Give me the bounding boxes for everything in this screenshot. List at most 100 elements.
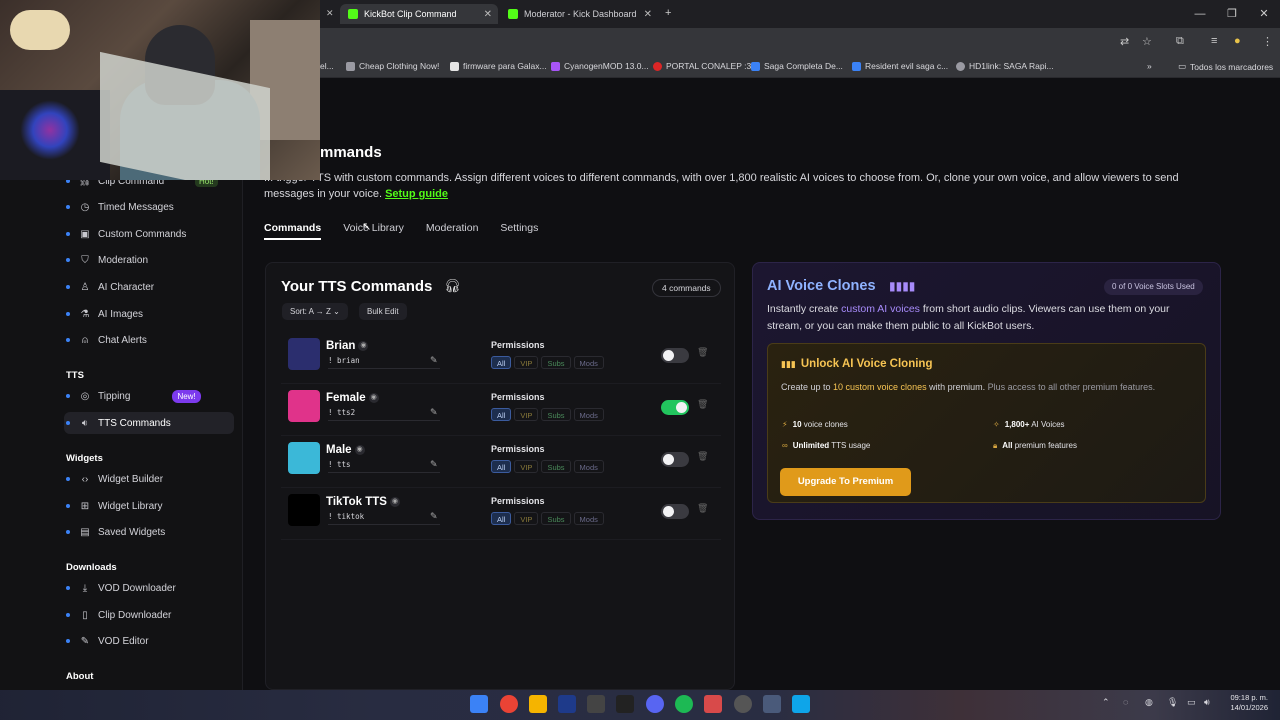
bookmark-item[interactable]: Saga Completa De...	[751, 61, 843, 71]
extensions-icon[interactable]: ⧉	[1176, 35, 1184, 48]
app-icon[interactable]	[792, 695, 810, 713]
tab-settings[interactable]: Settings	[500, 222, 538, 240]
menu-icon[interactable]: ⋮	[1262, 35, 1273, 48]
obs-icon[interactable]	[734, 695, 752, 713]
epic-games-icon[interactable]	[587, 695, 605, 713]
sidebar-item-vod-downloader[interactable]: ⤓ VOD Downloader	[66, 577, 176, 599]
permission-vip-chip[interactable]: VIP	[514, 408, 539, 421]
app-icon[interactable]	[558, 695, 576, 713]
upgrade-premium-button[interactable]: Upgrade To Premium	[780, 468, 911, 496]
bookmark-item[interactable]: CyanogenMOD 13.0...	[551, 61, 649, 71]
permission-mods-chip[interactable]: Mods	[573, 408, 604, 421]
permission-vip-chip[interactable]: VIP	[514, 356, 539, 369]
permission-all-chip[interactable]: All	[491, 460, 512, 473]
command-enable-toggle[interactable]	[661, 452, 689, 467]
bookmark-item[interactable]: el...	[320, 61, 334, 71]
trash-icon[interactable]: 🗑︎	[697, 451, 708, 462]
minimize-icon[interactable]: —	[1184, 0, 1216, 28]
command-trigger-input[interactable]: ! tts2	[328, 408, 440, 421]
close-tab-icon[interactable]: ✕	[326, 8, 334, 19]
command-trigger-input[interactable]: ! brian	[328, 356, 440, 369]
bookmark-item[interactable]: HD1link: SAGA Rapi...	[956, 61, 1054, 71]
pencil-icon[interactable]: ✎	[430, 407, 438, 418]
bookmark-item[interactable]: Resident evil saga c...	[852, 61, 948, 71]
bookmark-item[interactable]: firmware para Galax...	[450, 61, 547, 71]
sort-dropdown[interactable]: Sort: A → Z ⌄	[282, 303, 348, 320]
command-trigger-input[interactable]: ! tiktok	[328, 512, 440, 525]
permission-all-chip[interactable]: All	[491, 512, 512, 525]
trash-icon[interactable]: 🗑︎	[697, 399, 708, 410]
permission-vip-chip[interactable]: VIP	[514, 460, 539, 473]
notepad-icon[interactable]	[763, 695, 781, 713]
microphone-icon[interactable]: 🎙︎	[1167, 697, 1178, 708]
tab-kickbot-clip-command[interactable]: KickBot Clip Command ✕	[340, 4, 498, 24]
media-icon[interactable]: ≡	[1211, 35, 1217, 47]
new-tab-icon[interactable]: +	[665, 7, 671, 19]
star-icon[interactable]: ☆	[1142, 35, 1152, 48]
app-icon[interactable]	[704, 695, 722, 713]
sidebar-item-widget-builder[interactable]: ‹› Widget Builder	[66, 468, 163, 490]
start-icon[interactable]	[470, 695, 488, 713]
app-icon[interactable]	[616, 695, 634, 713]
app-tray-icon[interactable]: ◍	[1145, 697, 1153, 708]
sidebar-item-saved-widgets[interactable]: ▤ Saved Widgets	[66, 521, 165, 543]
setup-guide-link[interactable]: Setup guide	[385, 188, 448, 200]
permission-subs-chip[interactable]: Subs	[541, 356, 571, 369]
sidebar-item-chat-alerts[interactable]: ⍝ Chat Alerts	[66, 329, 147, 351]
sidebar-item-custom-commands[interactable]: ▣ Custom Commands	[66, 223, 186, 245]
permission-mods-chip[interactable]: Mods	[573, 460, 604, 473]
permission-subs-chip[interactable]: Subs	[541, 460, 571, 473]
all-bookmarks-folder[interactable]: ▭ Todos los marcadores	[1178, 61, 1273, 72]
command-enable-toggle[interactable]	[661, 400, 689, 415]
permission-mods-chip[interactable]: Mods	[573, 512, 604, 525]
command-enable-toggle[interactable]	[661, 348, 689, 363]
command-trigger-input[interactable]: ! tts	[328, 460, 440, 473]
permission-all-chip[interactable]: All	[491, 408, 512, 421]
pencil-icon[interactable]: ✎	[430, 511, 438, 522]
toggle-knob	[663, 506, 674, 517]
close-window-icon[interactable]: ✕	[1248, 0, 1280, 28]
spotify-icon[interactable]	[675, 695, 693, 713]
bulk-edit-button[interactable]: Bulk Edit	[359, 303, 407, 320]
permission-subs-chip[interactable]: Subs	[541, 408, 571, 421]
permission-all-chip[interactable]: All	[491, 356, 512, 369]
monitor-icon[interactable]: ▭	[1187, 697, 1196, 708]
sidebar-item-moderation[interactable]: ⛉ Moderation	[66, 249, 148, 271]
profile-avatar-icon[interactable]: ●	[1234, 35, 1241, 47]
sidebar-item-ai-character[interactable]: ♙ AI Character	[66, 276, 154, 298]
more-bookmarks-icon[interactable]: »	[1147, 61, 1152, 71]
taskbar-clock[interactable]: 09:18 p. m. 14/01/2026	[1222, 693, 1268, 713]
close-tab-icon[interactable]: ✕	[484, 9, 492, 20]
page-description: ... trigger TTS with custom commands. As…	[264, 172, 1179, 200]
discord-icon[interactable]	[646, 695, 664, 713]
sidebar-item-timed-messages[interactable]: ◷ Timed Messages	[66, 196, 174, 218]
network-icon[interactable]: ◌	[1123, 697, 1128, 707]
sidebar-item-tipping[interactable]: ◎ Tipping New!	[66, 385, 201, 407]
sidebar-item-tts-commands[interactable]: 🔉︎ TTS Commands	[66, 412, 171, 434]
translate-icon[interactable]: ⇄	[1120, 35, 1129, 48]
tab-moderation[interactable]: Moderation	[426, 222, 479, 240]
volume-icon[interactable]: 🔊︎	[1204, 697, 1210, 708]
tab-moderator-dashboard[interactable]: Moderator - Kick Dashboard ✕	[500, 4, 658, 24]
trash-icon[interactable]: 🗑︎	[697, 347, 708, 358]
chevron-up-icon[interactable]: ⌃	[1102, 697, 1110, 708]
chrome-icon[interactable]	[500, 695, 518, 713]
bookmark-item[interactable]: Cheap Clothing Now!	[346, 61, 439, 71]
tab-commands[interactable]: Commands	[264, 222, 322, 240]
pencil-icon[interactable]: ✎	[430, 355, 438, 366]
maximize-icon[interactable]: ❐	[1216, 0, 1248, 28]
sidebar-item-widget-library[interactable]: ⊞ Widget Library	[66, 495, 162, 517]
permission-mods-chip[interactable]: Mods	[573, 356, 604, 369]
sidebar-item-vod-editor[interactable]: ✎ VOD Editor	[66, 630, 149, 652]
permission-subs-chip[interactable]: Subs	[541, 512, 571, 525]
pencil-icon[interactable]: ✎	[430, 459, 438, 470]
folder-icon[interactable]	[529, 695, 547, 713]
bookmark-item[interactable]: PORTAL CONALEP :3	[653, 61, 751, 71]
sidebar-item-clip-downloader[interactable]: ▯ Clip Downloader	[66, 604, 171, 626]
close-tab-icon[interactable]: ✕	[644, 9, 652, 20]
tab-voice-library[interactable]: Voice Library	[343, 222, 404, 240]
command-enable-toggle[interactable]	[661, 504, 689, 519]
permission-vip-chip[interactable]: VIP	[514, 512, 539, 525]
trash-icon[interactable]: 🗑︎	[697, 503, 708, 514]
sidebar-item-ai-images[interactable]: ⚗ AI Images	[66, 303, 143, 325]
